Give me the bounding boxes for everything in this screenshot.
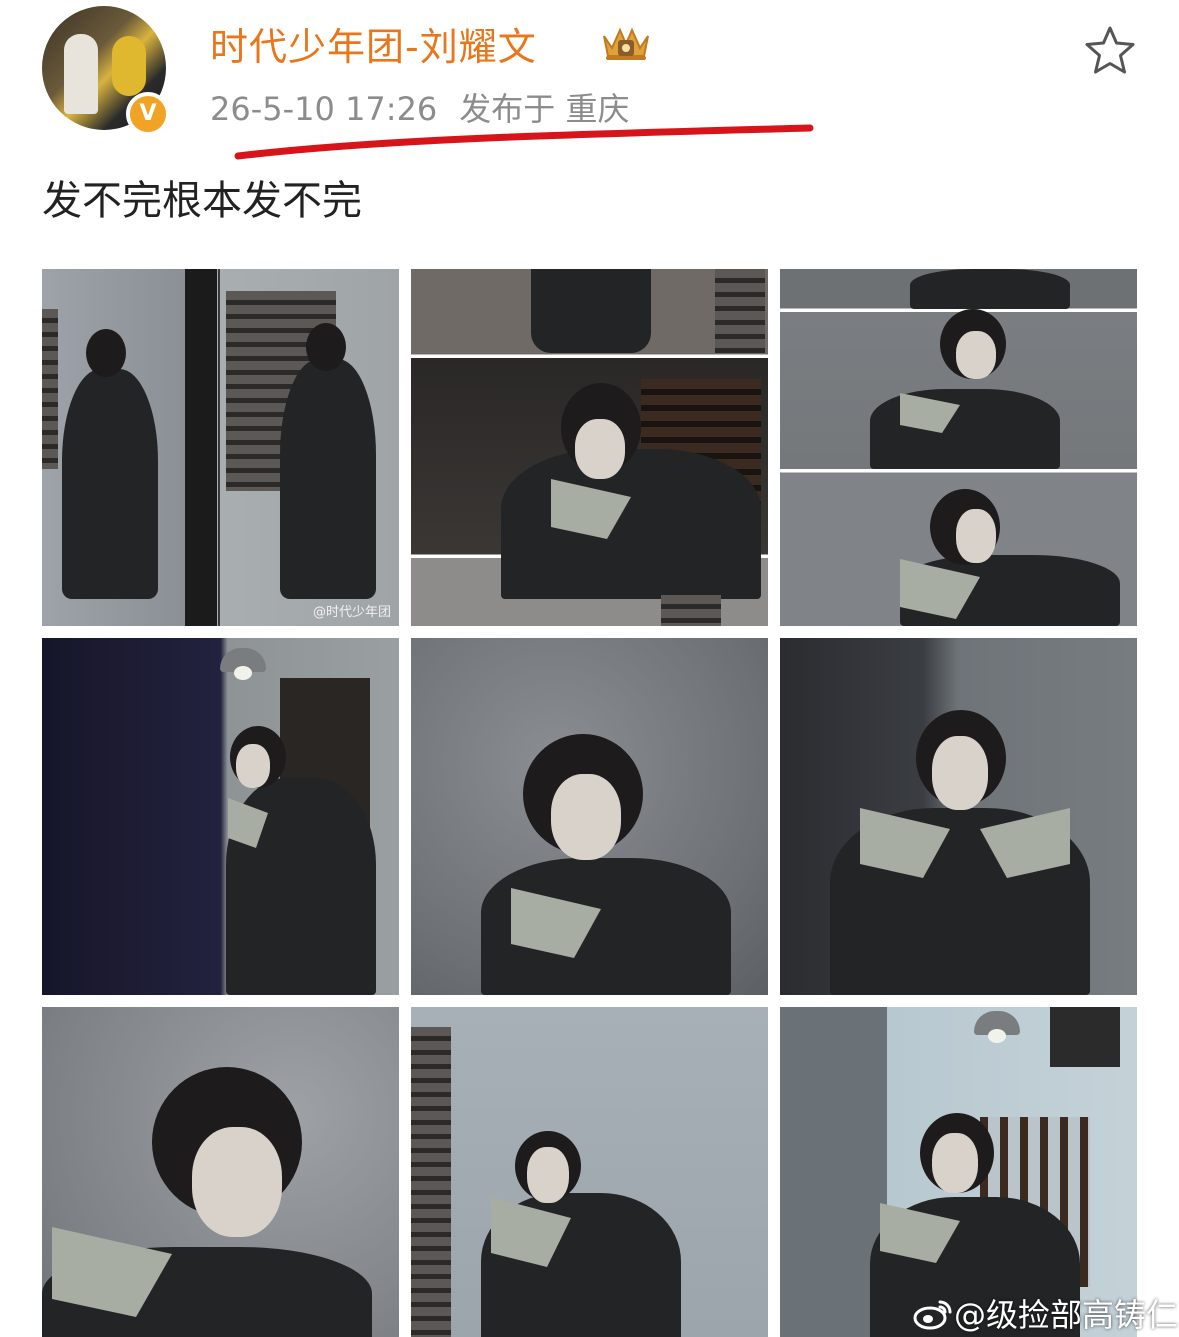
photo-1[interactable]: @时代少年团: [42, 269, 399, 626]
photo-watermark: @时代少年团: [312, 605, 391, 620]
favorite-star-icon[interactable]: [1082, 24, 1138, 76]
photo-7[interactable]: [42, 1007, 399, 1337]
photo-9[interactable]: [780, 1007, 1137, 1337]
photo-6[interactable]: [780, 638, 1137, 995]
crown-member-icon: [603, 27, 649, 60]
avatar-figure: [64, 34, 98, 114]
author-name[interactable]: 时代少年团-刘耀文: [210, 16, 537, 71]
weibo-logo-icon: [913, 1300, 952, 1330]
photo-8[interactable]: [411, 1007, 768, 1337]
footer-watermark: @级捡部高铸仁: [912, 1290, 1178, 1336]
avatar-figure-yellow: [112, 36, 146, 96]
footer-watermark-text: @级捡部高铸仁: [954, 1296, 1179, 1334]
photo-4[interactable]: [42, 638, 399, 995]
post-text: 发不完根本发不完: [42, 178, 362, 224]
red-underline-mark: [234, 124, 814, 160]
photo-grid: @时代少年团: [42, 269, 1138, 1337]
verified-badge-icon: V: [126, 92, 170, 136]
photo-2[interactable]: [411, 269, 768, 626]
photo-3[interactable]: [780, 269, 1137, 626]
photo-5[interactable]: [411, 638, 768, 995]
